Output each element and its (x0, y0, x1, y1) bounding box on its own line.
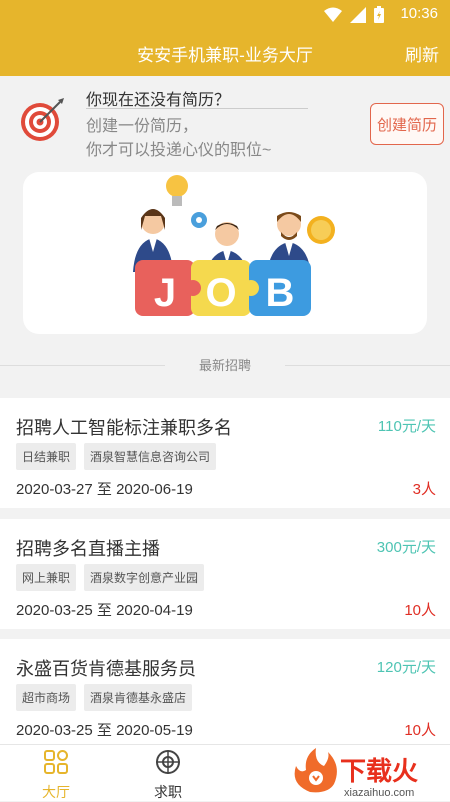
job-tags: 日结兼职 酒泉智慧信息咨询公司 (16, 443, 217, 470)
target-icon (21, 98, 64, 141)
banner-letters: J O B (154, 271, 295, 315)
status-time: 10:36 (400, 5, 438, 22)
job-salary: 110元/天 (377, 418, 436, 435)
watermark-url: xiazaihuo.com (344, 787, 414, 799)
job-title: 招聘多名直播主播 (16, 539, 160, 559)
resume-subtext-1: 创建一份简历， (86, 118, 199, 135)
crosshair-icon (156, 750, 180, 774)
job-salary: 300元/天 (376, 539, 436, 556)
job-tag: 网上兼职 (16, 564, 77, 591)
status-icons (324, 6, 384, 23)
job-tags: 网上兼职 酒泉数字创意产业园 (16, 564, 205, 591)
nav-label-hall: 大厅 (42, 784, 70, 800)
job-title: 招聘人工智能标注兼职多名 (16, 418, 232, 438)
battery-icon (374, 6, 384, 23)
app-bar: 安安手机兼职-业务大厅 刷新 (0, 28, 450, 76)
job-headcount: 3人 (412, 481, 436, 498)
resume-divider (86, 108, 308, 109)
job-dates: 2020-03-27 至 2020-06-19 (16, 481, 193, 498)
watermark-logo: 下载火 xiazaihuo.com (294, 748, 418, 799)
nav-item-hall[interactable]: 大厅 (26, 749, 86, 802)
job-card[interactable]: 招聘多名直播主播 300元/天 网上兼职 酒泉数字创意产业园 2020-03-2… (0, 519, 450, 629)
create-resume-button[interactable]: 创建简历 (370, 103, 444, 145)
job-dates: 2020-03-25 至 2020-04-19 (16, 602, 193, 619)
nav-item-jobs[interactable]: 求职 (138, 749, 198, 802)
job-banner[interactable]: J O B (23, 172, 427, 334)
section-header: 最新招聘 (0, 346, 450, 382)
section-rule-right (285, 365, 450, 366)
resume-heading: 你现在还没有简历？ (86, 92, 231, 109)
job-title: 永盛百货肯德基服务员 (16, 659, 196, 679)
grid-icon (44, 750, 68, 774)
banner-letter-o: O (205, 271, 236, 315)
resume-prompt: 你现在还没有简历？ 创建一份简历， 你才可以投递心仪的职位~ 创建简历 (0, 76, 450, 166)
watermark-text: 下载火 (340, 757, 418, 787)
signal-icon (350, 6, 366, 23)
job-tag: 酒泉智慧信息咨询公司 (84, 443, 217, 470)
job-tag: 酒泉数字创意产业园 (84, 564, 205, 591)
job-card[interactable]: 永盛百货肯德基服务员 120元/天 超市商场 酒泉肯德基永盛店 2020-03-… (0, 639, 450, 749)
job-card[interactable]: 招聘人工智能标注兼职多名 110元/天 日结兼职 酒泉智慧信息咨询公司 2020… (0, 398, 450, 508)
job-tag: 酒泉肯德基永盛店 (84, 684, 193, 711)
job-dates: 2020-03-25 至 2020-05-19 (16, 722, 193, 739)
job-tags: 超市商场 酒泉肯德基永盛店 (16, 684, 193, 711)
wifi-icon (324, 7, 342, 22)
banner-letter-j: J (154, 271, 176, 315)
refresh-button[interactable]: 刷新 (405, 41, 439, 66)
job-tag: 日结兼职 (16, 443, 77, 470)
job-headcount: 10人 (404, 602, 436, 619)
nav-label-jobs: 求职 (154, 784, 182, 800)
page-title: 安安手机兼职-业务大厅 (137, 46, 313, 65)
status-bar: 10:36 (0, 0, 450, 28)
job-salary: 120元/天 (376, 659, 436, 676)
job-headcount: 10人 (404, 722, 436, 739)
resume-subtext-2: 你才可以投递心仪的职位~ (86, 142, 272, 159)
job-tag: 超市商场 (16, 684, 77, 711)
banner-letter-b: B (266, 271, 295, 315)
